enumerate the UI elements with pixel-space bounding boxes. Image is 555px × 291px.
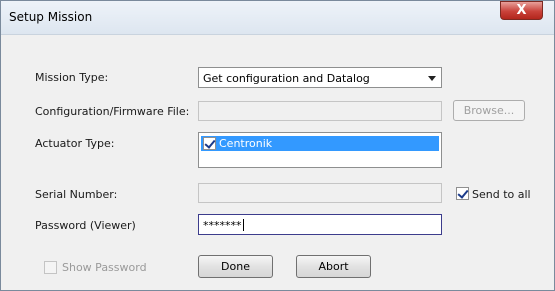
close-icon: X bbox=[516, 3, 527, 18]
dialog-body: Mission Type: Get configuration and Data… bbox=[9, 35, 546, 285]
done-button[interactable]: Done bbox=[198, 255, 273, 278]
show-password-label[interactable]: Show Password bbox=[62, 261, 147, 274]
actuator-type-list[interactable]: Centronik bbox=[198, 132, 442, 168]
password-label: Password (Viewer) bbox=[35, 219, 136, 232]
config-file-field bbox=[198, 101, 442, 121]
mission-type-label: Mission Type: bbox=[35, 71, 109, 84]
password-value: ******* bbox=[203, 219, 242, 232]
actuator-type-label: Actuator Type: bbox=[35, 137, 115, 150]
text-cursor bbox=[242, 219, 244, 231]
password-input[interactable]: ******* bbox=[198, 214, 442, 235]
mission-type-select[interactable]: Get configuration and Datalog bbox=[198, 67, 442, 88]
setup-mission-dialog: Setup Mission X Mission Type: Get config… bbox=[0, 0, 555, 291]
mission-type-value: Get configuration and Datalog bbox=[203, 72, 370, 85]
abort-button[interactable]: Abort bbox=[296, 255, 371, 278]
show-password-checkbox[interactable] bbox=[44, 261, 57, 274]
title-bar[interactable]: Setup Mission X bbox=[1, 1, 554, 35]
actuator-item-checkbox[interactable] bbox=[203, 137, 216, 150]
serial-number-label: Serial Number: bbox=[35, 188, 118, 201]
actuator-list-item[interactable]: Centronik bbox=[201, 136, 439, 151]
config-file-label: Configuration/Firmware File: bbox=[35, 105, 190, 118]
close-button[interactable]: X bbox=[500, 1, 543, 20]
send-to-all-checkbox[interactable] bbox=[456, 187, 469, 200]
serial-number-field[interactable] bbox=[198, 183, 442, 203]
chevron-down-icon[interactable] bbox=[425, 71, 438, 84]
browse-button[interactable]: Browse... bbox=[453, 100, 525, 121]
actuator-item-label: Centronik bbox=[219, 137, 273, 150]
window-title: Setup Mission bbox=[9, 10, 93, 24]
send-to-all-label[interactable]: Send to all bbox=[472, 188, 531, 201]
